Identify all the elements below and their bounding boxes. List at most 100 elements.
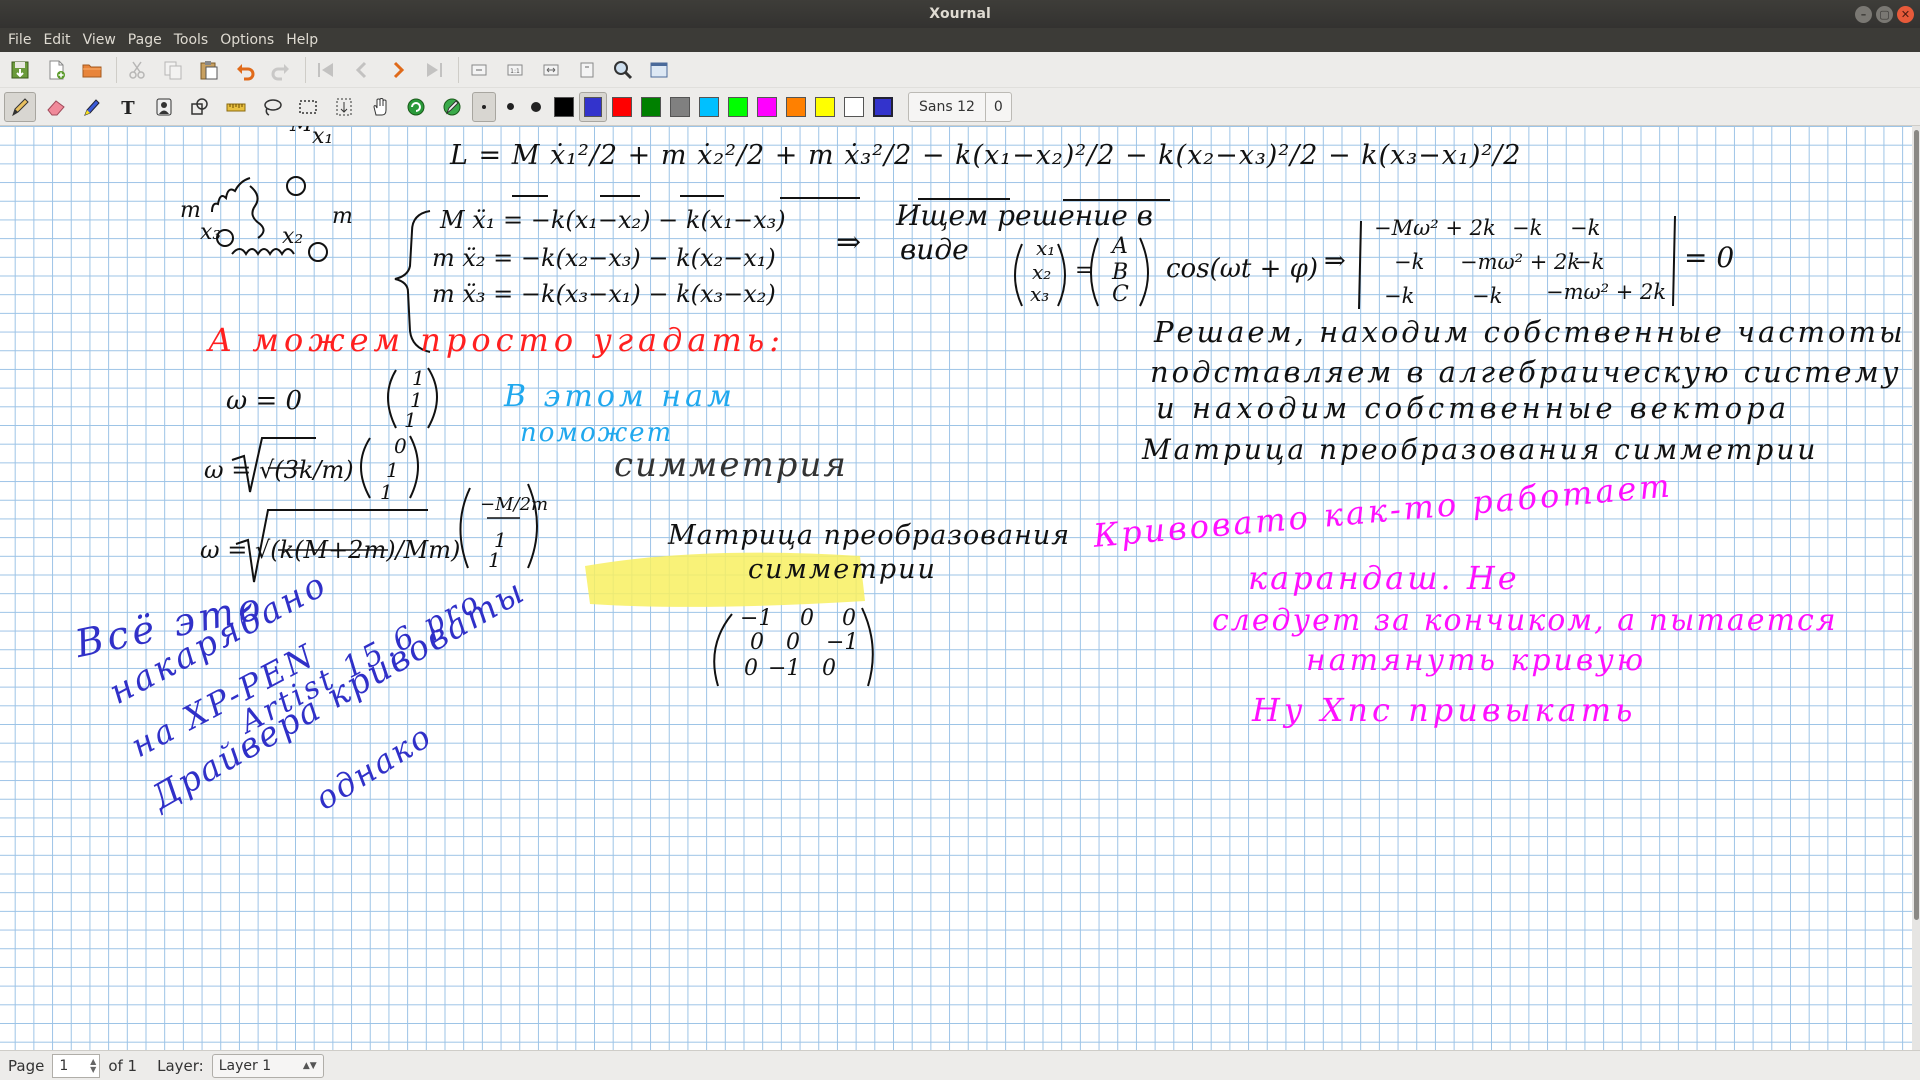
vec-abc-1: A (1112, 234, 1128, 259)
font-extra: 0 (993, 98, 1003, 115)
image-icon[interactable] (148, 92, 180, 122)
vec3-a: −M/2m (480, 494, 549, 515)
hand-icon[interactable] (364, 92, 396, 122)
thickness-fine[interactable] (472, 91, 496, 122)
vec1-c: 1 (404, 408, 417, 432)
swatch-yellow-icon (815, 96, 835, 117)
next-page-icon[interactable] (382, 55, 414, 85)
zoom-width-icon[interactable] (535, 55, 567, 85)
zoom-100-icon[interactable]: 1:1 (499, 55, 531, 85)
new-page-icon[interactable] (40, 55, 72, 85)
eraser-icon[interactable] (40, 92, 72, 122)
text-icon[interactable]: T (112, 92, 144, 122)
layer-select-value: Layer 1 (218, 1057, 272, 1074)
close-button[interactable]: ✕ (1897, 6, 1914, 23)
color-light-blue[interactable] (695, 92, 723, 122)
page-number-input[interactable]: 1 ▲ ▼ (52, 1053, 101, 1078)
color-black[interactable] (550, 92, 578, 122)
color-light-green[interactable] (724, 92, 752, 122)
diagram-label-x1: x₁ (312, 126, 334, 149)
default-tool-icon[interactable] (400, 92, 432, 122)
menu-file[interactable]: File (2, 28, 37, 52)
vec1-b: 1 (410, 388, 423, 412)
status-bar: Page 1 ▲ ▼ of 1 Layer: Layer 1 ▲▼ (0, 1050, 1920, 1080)
minimize-button[interactable]: – (1855, 6, 1872, 23)
det-r2c2: −mω² + 2k (1460, 250, 1581, 274)
magenta-text-4: натянуть кривую (1306, 643, 1647, 678)
rect-select-icon[interactable] (292, 92, 324, 122)
sym-r3c3: 0 (822, 656, 836, 681)
layer-select[interactable]: Layer 1 ▲▼ (211, 1053, 324, 1078)
copy-icon[interactable] (157, 55, 189, 85)
zoom-in-icon[interactable] (571, 55, 603, 85)
thickness-thick[interactable] (524, 92, 548, 122)
fullscreen-icon[interactable] (643, 55, 675, 85)
thickness-medium[interactable] (498, 92, 522, 122)
det-r2c3: −k (1574, 250, 1605, 274)
spin-arrows-icon[interactable]: ▲ ▼ (90, 1057, 96, 1074)
search-solution-label: Ищем решение в (896, 199, 1153, 232)
layer-label: Layer: (157, 1056, 204, 1075)
diagram-label-x2: x₂ (282, 224, 304, 249)
color-current[interactable] (869, 92, 897, 122)
color-blue[interactable] (579, 91, 607, 122)
menu-tools[interactable]: Tools (168, 28, 215, 52)
open-icon[interactable] (76, 55, 108, 85)
color-green[interactable] (637, 92, 665, 122)
spring-bottom (231, 248, 295, 256)
color-red[interactable] (608, 92, 636, 122)
menu-options[interactable]: Options (214, 28, 280, 52)
mass-m-right (308, 242, 328, 262)
maximize-button[interactable]: ▢ (1876, 6, 1893, 23)
font-name: Sans 12 (909, 92, 986, 121)
sym-r3c1: 0 (744, 656, 758, 681)
vec1-a: 1 (412, 366, 425, 390)
scrollbar-thumb[interactable] (1914, 130, 1919, 920)
menu-edit[interactable]: Edit (37, 28, 76, 52)
swatch-black-icon (554, 96, 574, 117)
save-icon[interactable] (4, 55, 36, 85)
swatch-green-icon (641, 96, 661, 117)
shape-icon[interactable] (184, 92, 216, 122)
cos-term: cos(ωt + φ) (1166, 254, 1319, 284)
paste-icon[interactable] (193, 55, 225, 85)
pen-default-icon[interactable] (436, 92, 468, 122)
system-eq-3: m ẍ₃ = −k(x₃−x₁) − k(x₃−x₂) (432, 280, 776, 308)
font-button[interactable]: Sans 12 0 (908, 91, 1012, 122)
ruler-icon[interactable] (220, 92, 252, 122)
redo-icon[interactable] (265, 55, 297, 85)
spring-left-top (211, 177, 251, 213)
thick-dot-icon (531, 101, 541, 112)
page-canvas[interactable]: M x₁ m m x₃ x₂ L = M ẋ₁²/2 + m ẋ₂²/2 + m… (0, 126, 1912, 1050)
zoom-out-icon[interactable] (463, 55, 495, 85)
swatch-orange-icon (786, 96, 806, 117)
cut-icon[interactable] (121, 55, 153, 85)
highlighter-icon[interactable] (76, 92, 108, 122)
first-page-icon[interactable] (310, 55, 342, 85)
menu-page[interactable]: Page (122, 28, 168, 52)
menu-view[interactable]: View (77, 28, 122, 52)
menu-help[interactable]: Help (280, 28, 324, 52)
color-magenta[interactable] (753, 92, 781, 122)
prev-page-icon[interactable] (346, 55, 378, 85)
last-page-icon[interactable] (418, 55, 450, 85)
mid-text-2: симметрии (748, 554, 937, 585)
color-yellow[interactable] (811, 92, 839, 122)
det-r3c2: −k (1472, 284, 1503, 308)
page-count-label: of 1 (108, 1056, 138, 1075)
title-bar: Xournal – ▢ ✕ (0, 0, 1920, 28)
swatch-gray-icon (670, 96, 690, 117)
color-white[interactable] (840, 92, 868, 122)
color-orange[interactable] (782, 92, 810, 122)
vec2-c: 1 (380, 480, 393, 504)
sym-r2c2: 0 (786, 630, 800, 655)
det-r2c1: −k (1394, 250, 1425, 274)
undo-icon[interactable] (229, 55, 261, 85)
pen-icon[interactable] (4, 91, 36, 122)
lagrangian-equation: L = M ẋ₁²/2 + m ẋ₂²/2 + m ẋ₃²/2 − k(x₁−x… (450, 140, 1522, 171)
tools-toolbar: T Sans 12 0 (0, 88, 1920, 126)
lasso-icon[interactable] (256, 92, 288, 122)
vspace-icon[interactable] (328, 92, 360, 122)
zoom-icon[interactable] (607, 55, 639, 85)
color-gray[interactable] (666, 92, 694, 122)
